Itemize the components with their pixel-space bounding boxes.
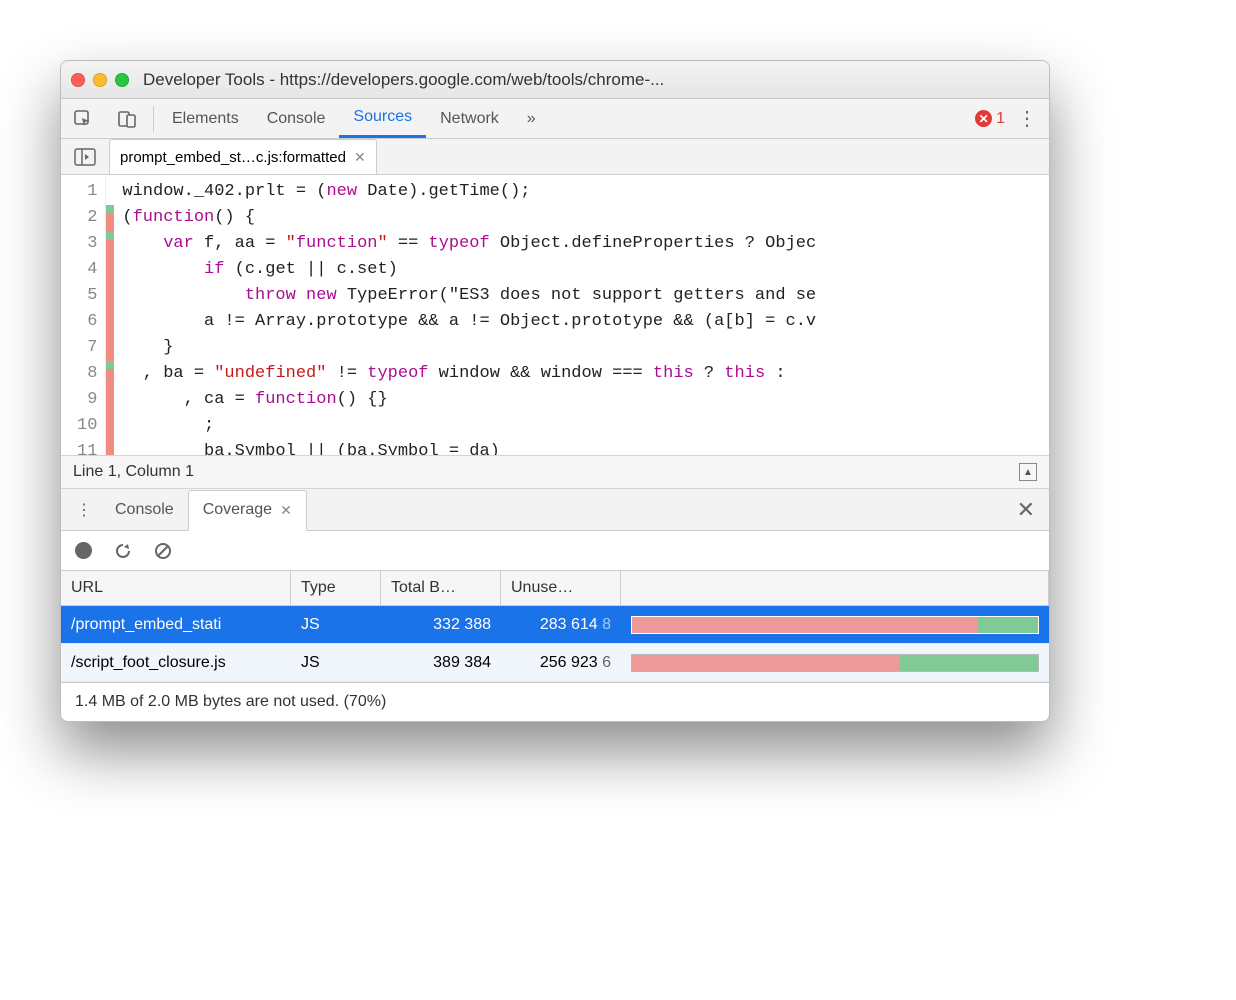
coverage-cell-type: JS xyxy=(291,616,381,634)
settings-menu-icon[interactable]: ⋮ xyxy=(1017,106,1037,131)
drawer-tab-console[interactable]: Console xyxy=(101,489,188,530)
reload-icon[interactable] xyxy=(114,542,132,560)
zoom-window-button[interactable] xyxy=(115,73,129,87)
coverage-cell-bar xyxy=(621,616,1049,634)
coverage-cell-total: 389 384 xyxy=(381,654,501,672)
file-tab-name: prompt_embed_st…c.js:formatted xyxy=(120,149,346,166)
coverage-toolbar xyxy=(61,531,1049,571)
editor-status-bar: Line 1, Column 1 ▲ xyxy=(61,455,1049,489)
main-toolbar: Elements Console Sources Network » ✕ 1 ⋮ xyxy=(61,99,1049,139)
coverage-cell-total: 332 388 xyxy=(381,616,501,634)
coverage-row[interactable]: /script_foot_closure.jsJS389 384256 923 … xyxy=(61,644,1049,682)
coverage-cell-bar xyxy=(621,654,1049,672)
navigator-toggle-icon[interactable] xyxy=(61,148,109,166)
coverage-table: URL Type Total B… Unuse… /prompt_embed_s… xyxy=(61,571,1049,682)
inspect-element-icon[interactable] xyxy=(61,99,105,138)
close-window-button[interactable] xyxy=(71,73,85,87)
window-title: Developer Tools - https://developers.goo… xyxy=(143,70,664,90)
devtools-window: Developer Tools - https://developers.goo… xyxy=(60,60,1050,722)
file-tab[interactable]: prompt_embed_st…c.js:formatted ✕ xyxy=(109,139,377,174)
traffic-lights xyxy=(71,73,129,87)
clear-icon[interactable] xyxy=(154,542,172,560)
tabs-overflow-icon[interactable]: » xyxy=(513,99,550,138)
source-editor[interactable]: 1234567891011 window._402.prlt = (new Da… xyxy=(61,175,1049,455)
col-header-bar xyxy=(621,571,1049,605)
file-tab-bar: prompt_embed_st…c.js:formatted ✕ xyxy=(61,139,1049,175)
cursor-position: Line 1, Column 1 xyxy=(73,463,194,481)
tab-network[interactable]: Network xyxy=(426,99,513,138)
tab-elements[interactable]: Elements xyxy=(158,99,253,138)
code-content: window._402.prlt = (new Date).getTime();… xyxy=(114,175,816,455)
window-titlebar: Developer Tools - https://developers.goo… xyxy=(61,61,1049,99)
coverage-cell-type: JS xyxy=(291,654,381,672)
coverage-cell-url: /prompt_embed_stati xyxy=(61,616,291,634)
toolbar-separator xyxy=(153,106,154,132)
coverage-cell-unused: 256 923 6 xyxy=(501,654,621,672)
col-header-type[interactable]: Type xyxy=(291,571,381,605)
coverage-cell-unused: 283 614 8 xyxy=(501,616,621,634)
coverage-table-header: URL Type Total B… Unuse… xyxy=(61,571,1049,606)
panel-tabs: Elements Console Sources Network » xyxy=(158,99,550,138)
error-icon: ✕ xyxy=(975,110,992,127)
drawer-menu-icon[interactable]: ⋮ xyxy=(67,489,101,530)
coverage-cell-url: /script_foot_closure.js xyxy=(61,654,291,672)
tab-sources[interactable]: Sources xyxy=(339,99,426,138)
col-header-url[interactable]: URL xyxy=(61,571,291,605)
close-drawer-icon[interactable]: ✕ xyxy=(1017,497,1049,523)
error-indicator[interactable]: ✕ 1 xyxy=(975,110,1005,128)
coverage-row[interactable]: /prompt_embed_statiJS332 388283 614 8 xyxy=(61,606,1049,644)
drawer-tab-coverage[interactable]: Coverage ✕ xyxy=(188,490,307,531)
coverage-gutter xyxy=(106,175,114,455)
close-file-tab-icon[interactable]: ✕ xyxy=(354,149,366,166)
minimize-window-button[interactable] xyxy=(93,73,107,87)
record-button-icon[interactable] xyxy=(75,542,92,559)
expand-drawer-icon[interactable]: ▲ xyxy=(1019,463,1037,481)
tab-console[interactable]: Console xyxy=(253,99,340,138)
col-header-total[interactable]: Total B… xyxy=(381,571,501,605)
error-count: 1 xyxy=(996,110,1005,128)
close-coverage-tab-icon[interactable]: ✕ xyxy=(280,502,292,519)
line-number-gutter: 1234567891011 xyxy=(61,175,106,455)
device-toolbar-icon[interactable] xyxy=(105,99,149,138)
col-header-unused[interactable]: Unuse… xyxy=(501,571,621,605)
drawer-tab-bar: ⋮ Console Coverage ✕ ✕ xyxy=(61,489,1049,531)
coverage-summary: 1.4 MB of 2.0 MB bytes are not used. (70… xyxy=(61,682,1049,721)
